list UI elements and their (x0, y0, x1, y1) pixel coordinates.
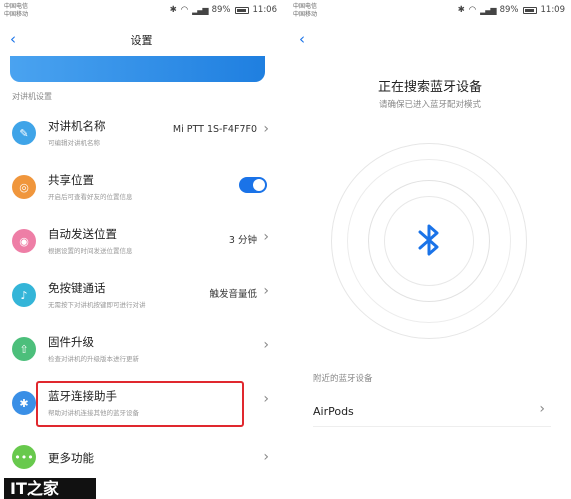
mic-icon: ♪ (12, 283, 36, 307)
carrier-1: 中国电信 (293, 3, 318, 10)
chevron-right-icon: › (263, 121, 269, 137)
row-value: 3 分钟 (228, 235, 257, 246)
status-bar: 中国电信 中国移动 ✱ ◠ ▂▄▆ 89% 11:06 (0, 0, 283, 22)
search-subtitle: 请确保已进入蓝牙配对模式 (378, 100, 481, 110)
chevron-right-icon: › (263, 229, 269, 245)
chevron-right-icon: › (263, 337, 269, 353)
row-device-name[interactable]: ✎ 对讲机名称 可编辑对讲机名称 Mi PTT 1S-F4F7F0 › (0, 108, 283, 160)
watermark-logo: IT之家 (4, 478, 96, 499)
row-title: 免按键通话 (48, 281, 106, 295)
carrier-2: 中国移动 (293, 11, 318, 18)
row-subtitle: 检查对讲机的升级版本进行更新 (48, 355, 139, 363)
app-header: ‹ 设置 (0, 28, 283, 52)
app-header: ‹ (289, 28, 571, 52)
location-icon: ◎ (12, 175, 36, 199)
device-banner (10, 56, 265, 82)
carrier-2: 中国移动 (4, 11, 29, 18)
status-time: 11:06 (252, 5, 278, 15)
share-location-toggle[interactable] (239, 177, 267, 193)
wifi-icon: ◠ (180, 5, 189, 15)
carrier-info: 中国电信 中国移动 (293, 3, 317, 19)
battery-icon (234, 6, 249, 14)
bluetooth-status-icon: ✱ (169, 5, 177, 15)
row-auto-send-location[interactable]: ◉ 自动发送位置 根据设置的时间发送位置信息 3 分钟 › (0, 216, 283, 268)
battery-percent: 89% (499, 5, 519, 15)
row-value: 触发音量低 (209, 289, 257, 300)
signal-icon: ▂▄▆ (480, 5, 497, 15)
device-row-airpods[interactable]: AirPods › (289, 396, 571, 426)
battery-icon (522, 6, 537, 14)
section-label: 对讲机设置 (12, 92, 52, 101)
row-title: 共享位置 (48, 173, 94, 187)
status-icons: ✱ ◠ ▂▄▆ 89% 11:06 (170, 5, 277, 15)
chevron-right-icon: › (539, 401, 545, 417)
upgrade-icon: ⇧ (12, 337, 36, 361)
row-value: Mi PTT 1S-F4F7F0 (172, 124, 257, 135)
row-title: 自动发送位置 (48, 227, 117, 241)
search-title: 正在搜索蓝牙设备 (377, 80, 482, 95)
nearby-devices-label: 附近的蓝牙设备 (313, 374, 373, 384)
pen-icon: ✎ (12, 121, 36, 145)
row-subtitle: 可编辑对讲机名称 (48, 139, 100, 147)
row-more-features[interactable]: ••• 更多功能 › (0, 432, 283, 484)
settings-screen: 中国电信 中国移动 ✱ ◠ ▂▄▆ 89% 11:06 ‹ 设置 对讲机设置 ✎… (0, 0, 283, 499)
device-name: AirPods (313, 405, 354, 418)
carrier-info: 中国电信 中国移动 (4, 3, 28, 19)
row-firmware-upgrade[interactable]: ⇧ 固件升级 检查对讲机的升级版本进行更新 › (0, 324, 283, 376)
divider-line (313, 426, 551, 427)
carrier-1: 中国电信 (4, 3, 29, 10)
row-subtitle: 开启后可查看好友的位置信息 (48, 193, 133, 201)
row-subtitle: 根据设置的时间发送位置信息 (48, 247, 133, 255)
page-title: 设置 (130, 34, 153, 47)
status-time: 11:09 (540, 5, 566, 15)
back-icon[interactable]: ‹ (299, 30, 305, 48)
highlight-box (36, 381, 244, 427)
status-bar: 中国电信 中国移动 ✱ ◠ ▂▄▆ 89% 11:09 (289, 0, 571, 22)
battery-percent: 89% (211, 5, 231, 15)
signal-icon: ▂▄▆ (192, 5, 209, 15)
chevron-right-icon: › (263, 449, 269, 465)
wifi-icon: ◠ (468, 5, 477, 15)
chevron-right-icon: › (263, 391, 269, 407)
status-icons: ✱ ◠ ▂▄▆ 89% 11:09 (458, 5, 565, 15)
row-hands-free-talk[interactable]: ♪ 免按键通话 无需按下对讲机按键即可进行对讲 触发音量低 › (0, 270, 283, 322)
bluetooth-icon (418, 224, 439, 256)
timer-icon: ◉ (12, 229, 36, 253)
bluetooth-icon: ✱ (12, 391, 36, 415)
bluetooth-search-screen: 中国电信 中国移动 ✱ ◠ ▂▄▆ 89% 11:09 ‹ 正在搜索蓝牙设备 请… (289, 0, 571, 499)
bluetooth-status-icon: ✱ (457, 5, 465, 15)
more-icon: ••• (12, 445, 36, 469)
row-subtitle: 无需按下对讲机按键即可进行对讲 (48, 301, 146, 309)
row-share-location[interactable]: ◎ 共享位置 开启后可查看好友的位置信息 (0, 162, 283, 214)
chevron-right-icon: › (263, 283, 269, 299)
row-title: 更多功能 (48, 451, 94, 465)
row-title: 对讲机名称 (48, 119, 106, 133)
row-title: 固件升级 (48, 335, 94, 349)
